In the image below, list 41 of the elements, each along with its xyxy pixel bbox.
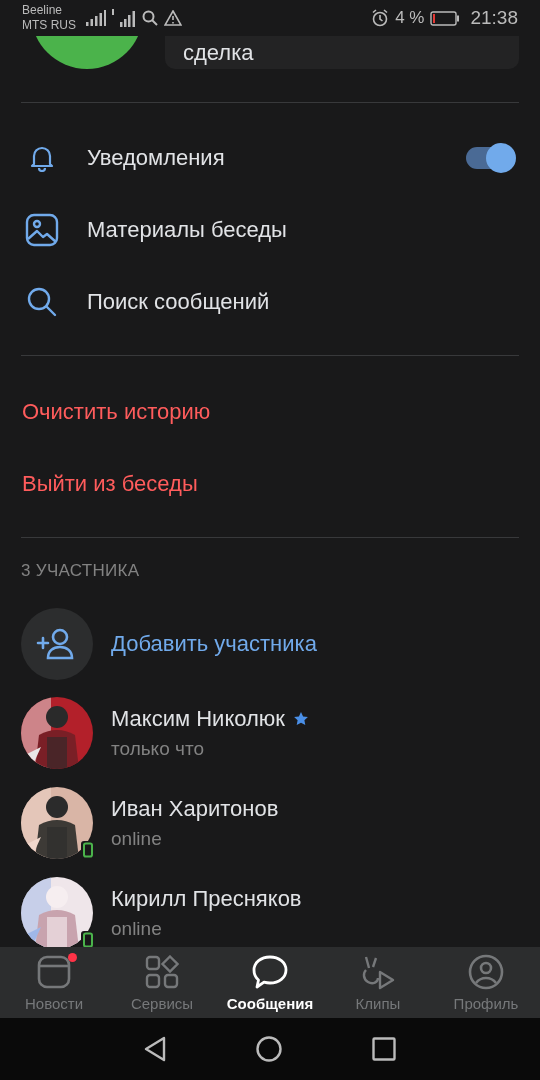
battery-icon xyxy=(430,10,461,26)
chat-title: сделка xyxy=(183,40,254,66)
battery-percent: 4 % xyxy=(395,8,425,28)
tab[interactable]: Сообщения xyxy=(216,947,324,1018)
signal-icon xyxy=(86,10,106,26)
danger-action[interactable]: Выйти из беседы xyxy=(0,448,540,520)
add-member-label: Добавить участника xyxy=(111,631,317,657)
menu-item[interactable]: Уведомления xyxy=(0,122,540,194)
search-icon xyxy=(142,10,158,26)
member-status: online xyxy=(111,918,163,940)
chat-bubble-icon xyxy=(252,955,288,989)
member-item[interactable]: Кирилл Пресняков online xyxy=(0,868,540,947)
back-icon[interactable] xyxy=(144,1036,166,1062)
recents-icon[interactable] xyxy=(372,1037,396,1061)
member-item[interactable]: Иван Харитонов online xyxy=(0,778,540,868)
menu-label: Материалы беседы xyxy=(87,217,287,243)
warning-icon xyxy=(164,10,182,26)
menu-label: Поиск сообщений xyxy=(87,289,270,315)
member-name: Иван Харитонов xyxy=(111,796,279,822)
carrier-name: MTS RUS xyxy=(22,18,76,33)
member-item[interactable]: Максим Николюк только что xyxy=(0,688,540,778)
carrier-name: Beeline xyxy=(22,3,64,18)
member-name: Кирилл Пресняков xyxy=(111,886,302,912)
menu-label: Уведомления xyxy=(87,145,225,171)
member-status: только что xyxy=(111,738,205,760)
clips-icon xyxy=(361,954,395,990)
section-header: 3 УЧАСТНИКА xyxy=(20,559,141,582)
news-icon xyxy=(37,955,71,989)
menu-item[interactable]: Материалы беседы xyxy=(0,194,540,266)
home-icon[interactable] xyxy=(256,1036,282,1062)
services-icon xyxy=(145,955,179,989)
member-status: online xyxy=(111,828,163,850)
signal-icon xyxy=(112,9,136,27)
menu-item[interactable]: Поиск сообщений xyxy=(0,266,540,338)
member-name: Максим Николюк xyxy=(111,706,285,732)
alarm-icon xyxy=(371,9,390,27)
add-member-item[interactable]: Добавить участника xyxy=(0,608,540,680)
chat-title-card[interactable]: сделка xyxy=(165,36,519,69)
danger-action[interactable]: Очистить историю xyxy=(0,376,540,448)
clock: 21:38 xyxy=(470,7,518,29)
profile-icon xyxy=(468,954,504,990)
